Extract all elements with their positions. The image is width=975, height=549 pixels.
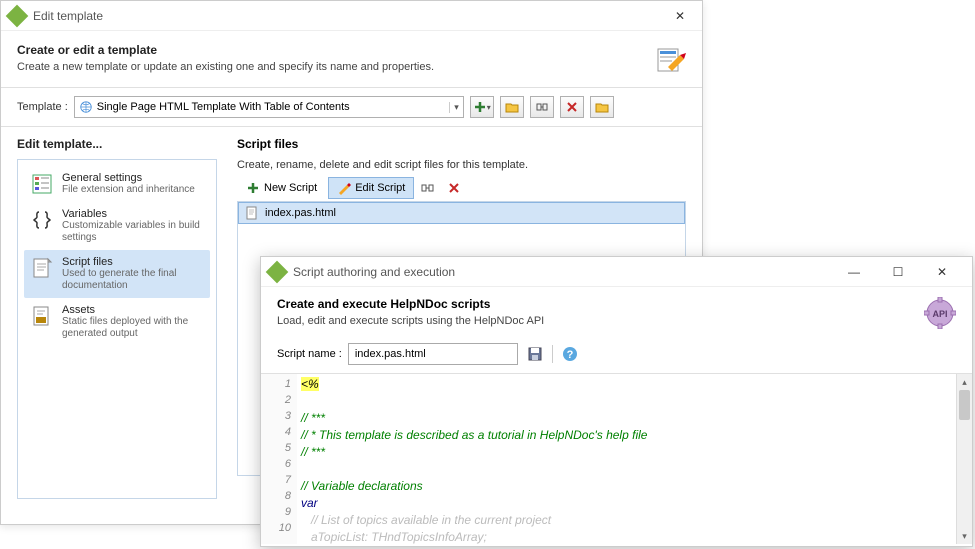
- header-desc: Create a new template or update an exist…: [17, 61, 646, 73]
- close-button[interactable]: ✕: [666, 2, 694, 30]
- sidebar-item-assets[interactable]: AssetsStatic files deployed with the gen…: [24, 298, 210, 346]
- svg-text:API: API: [932, 309, 947, 319]
- rename-icon: [421, 181, 435, 195]
- rename-button[interactable]: [530, 96, 554, 118]
- code-editor[interactable]: 12345678910 <% // *** // * This template…: [261, 374, 972, 544]
- content-desc: Create, rename, delete and edit script f…: [237, 159, 686, 171]
- vertical-scrollbar[interactable]: ▴ ▾: [956, 374, 972, 544]
- rename-script-button[interactable]: [416, 177, 440, 199]
- separator: [552, 345, 553, 363]
- sidebar: Edit template... General settingsFile ex…: [17, 137, 217, 499]
- add-template-button[interactable]: ▾: [470, 96, 494, 118]
- code-area[interactable]: <% // *** // * This template is describe…: [297, 374, 956, 544]
- braces-icon: [30, 208, 54, 232]
- minimize-button[interactable]: —: [832, 258, 876, 286]
- delete-script-button[interactable]: [442, 177, 466, 199]
- script-authoring-window: Script authoring and execution — ☐ ✕ Cre…: [260, 256, 973, 547]
- sidebar-list: General settingsFile extension and inher…: [17, 159, 217, 499]
- titlebar[interactable]: Edit template ✕: [1, 1, 702, 31]
- script-name-label: Script name :: [277, 348, 342, 360]
- save-button[interactable]: [524, 343, 546, 365]
- sidebar-item-variables[interactable]: VariablesCustomizable variables in build…: [24, 202, 210, 250]
- scroll-up-icon[interactable]: ▴: [957, 374, 972, 390]
- assets-icon: [30, 304, 54, 328]
- browse-folder-button[interactable]: [590, 96, 614, 118]
- header: Create and execute HelpNDoc scripts Load…: [261, 287, 972, 339]
- help-button[interactable]: ?: [559, 343, 581, 365]
- template-value: Single Page HTML Template With Table of …: [97, 101, 350, 113]
- line-gutter: 12345678910: [261, 374, 297, 544]
- file-icon: [245, 206, 259, 220]
- scroll-thumb[interactable]: [959, 390, 970, 420]
- close-button[interactable]: ✕: [920, 258, 964, 286]
- content-title: Script files: [237, 137, 686, 151]
- file-item[interactable]: index.pas.html: [238, 202, 685, 224]
- edit-script-button[interactable]: Edit Script: [328, 177, 414, 199]
- template-selector-row: Template : Single Page HTML Template Wit…: [1, 87, 702, 127]
- window-title: Script authoring and execution: [293, 265, 832, 279]
- script-toolbar: Script name : ?: [261, 339, 972, 374]
- scroll-down-icon[interactable]: ▾: [957, 528, 972, 544]
- new-script-button[interactable]: New Script: [237, 177, 326, 199]
- header-desc: Load, edit and execute scripts using the…: [277, 315, 924, 327]
- script-toolbar: New Script Edit Script: [237, 177, 686, 199]
- api-gear-icon: API: [924, 297, 956, 329]
- app-icon: [266, 260, 289, 283]
- open-folder-button[interactable]: [500, 96, 524, 118]
- maximize-button[interactable]: ☐: [876, 258, 920, 286]
- titlebar[interactable]: Script authoring and execution — ☐ ✕: [261, 257, 972, 287]
- script-name-input[interactable]: [348, 343, 518, 365]
- sidebar-title: Edit template...: [17, 137, 217, 151]
- pencil-icon: [337, 181, 351, 195]
- plus-icon: [246, 181, 260, 195]
- template-edit-icon: [654, 43, 686, 75]
- sidebar-item-scripts[interactable]: Script filesUsed to generate the final d…: [24, 250, 210, 298]
- delete-icon: [447, 181, 461, 195]
- app-icon: [6, 4, 29, 27]
- window-title: Edit template: [33, 9, 666, 23]
- header-title: Create or edit a template: [17, 43, 646, 57]
- template-dropdown[interactable]: Single Page HTML Template With Table of …: [74, 96, 464, 118]
- globe-icon: [79, 100, 93, 114]
- header-title: Create and execute HelpNDoc scripts: [277, 297, 924, 311]
- svg-text:?: ?: [566, 349, 573, 361]
- script-doc-icon: [30, 256, 54, 280]
- template-label: Template :: [17, 101, 68, 113]
- file-name: index.pas.html: [265, 207, 336, 219]
- sidebar-item-general[interactable]: General settingsFile extension and inher…: [24, 166, 210, 202]
- chevron-down-icon: ▾: [449, 102, 459, 113]
- delete-button[interactable]: [560, 96, 584, 118]
- header: Create or edit a template Create a new t…: [1, 31, 702, 87]
- settings-list-icon: [30, 172, 54, 196]
